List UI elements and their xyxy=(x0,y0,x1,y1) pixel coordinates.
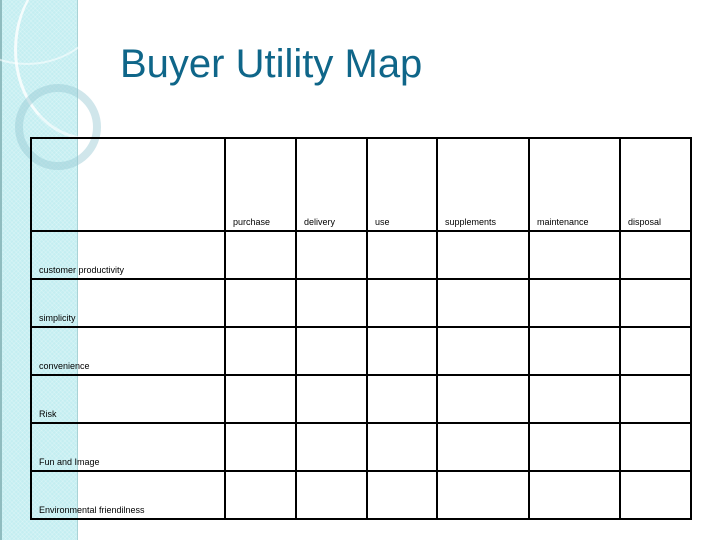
table-cell xyxy=(366,470,438,520)
column-header-purchase: purchase xyxy=(224,137,297,232)
table-row: Fun and Image xyxy=(30,422,692,472)
table-cell xyxy=(224,470,297,520)
table-cell xyxy=(366,374,438,424)
table-cell xyxy=(295,422,368,472)
table-cell xyxy=(436,470,530,520)
table-cell xyxy=(619,326,692,376)
row-label: customer productivity xyxy=(30,230,226,280)
table-cell xyxy=(295,278,368,328)
table-row: Environmental friendilness xyxy=(30,470,692,520)
table-cell xyxy=(366,278,438,328)
corner-cell xyxy=(30,137,226,232)
table-cell xyxy=(366,422,438,472)
table-cell xyxy=(436,230,530,280)
table-cell xyxy=(224,230,297,280)
table-cell xyxy=(366,230,438,280)
column-header-disposal: disposal xyxy=(619,137,692,232)
buyer-utility-table: purchase delivery use supplements mainte… xyxy=(30,137,692,520)
table-cell xyxy=(619,470,692,520)
table-row: customer productivity xyxy=(30,230,692,280)
table-cell xyxy=(366,326,438,376)
row-label: Environmental friendilness xyxy=(30,470,226,520)
column-header-delivery: delivery xyxy=(295,137,368,232)
table-cell xyxy=(224,422,297,472)
table-cell xyxy=(295,470,368,520)
table-cell xyxy=(619,278,692,328)
table-cell xyxy=(436,326,530,376)
table-cell xyxy=(528,470,621,520)
table-cell xyxy=(619,422,692,472)
table-cell xyxy=(436,374,530,424)
table-cell xyxy=(295,326,368,376)
column-header-maintenance: maintenance xyxy=(528,137,621,232)
table-row: convenience xyxy=(30,326,692,376)
row-label: Risk xyxy=(30,374,226,424)
table-cell xyxy=(224,326,297,376)
column-header-supplements: supplements xyxy=(436,137,530,232)
table-cell xyxy=(295,230,368,280)
table-header-row: purchase delivery use supplements mainte… xyxy=(30,137,692,232)
table-cell xyxy=(436,278,530,328)
slide-title: Buyer Utility Map xyxy=(120,42,423,86)
table-row: simplicity xyxy=(30,278,692,328)
table-cell xyxy=(619,374,692,424)
table-cell xyxy=(619,230,692,280)
table-cell xyxy=(436,422,530,472)
table-cell xyxy=(528,422,621,472)
column-header-use: use xyxy=(366,137,438,232)
table-cell xyxy=(528,230,621,280)
table-cell xyxy=(224,278,297,328)
row-label: Fun and Image xyxy=(30,422,226,472)
row-label: convenience xyxy=(30,326,226,376)
table-cell xyxy=(528,374,621,424)
table-cell xyxy=(224,374,297,424)
table-row: Risk xyxy=(30,374,692,424)
row-label: simplicity xyxy=(30,278,226,328)
table-cell xyxy=(528,278,621,328)
table-cell xyxy=(295,374,368,424)
table-cell xyxy=(528,326,621,376)
